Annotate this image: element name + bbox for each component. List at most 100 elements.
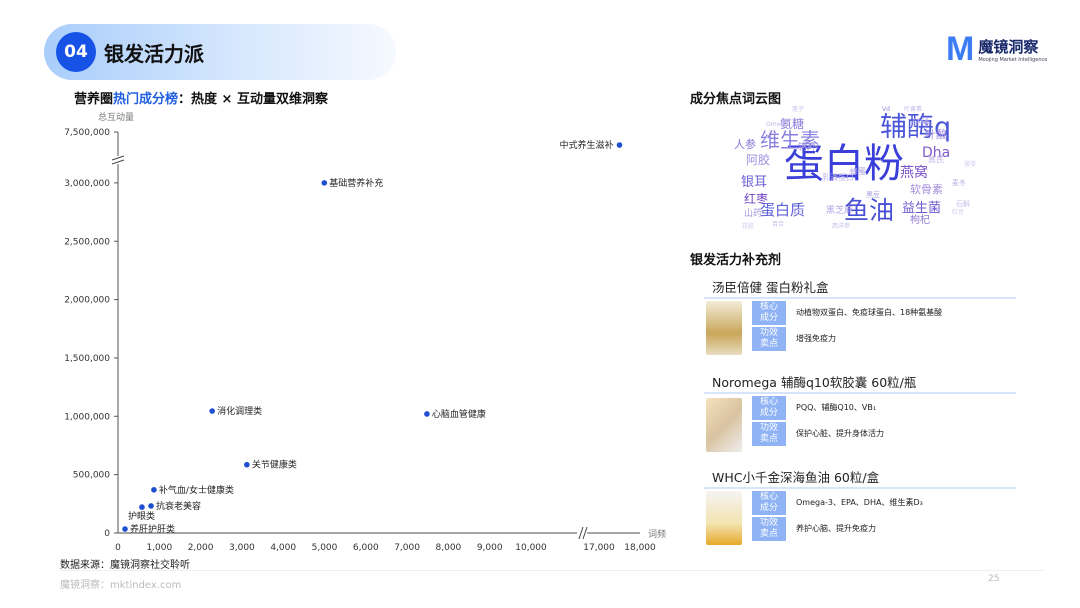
product-name: WHC小千金深海鱼油 60粒/盒: [712, 470, 880, 485]
x-tick-label: 7,000: [394, 543, 420, 553]
data-point: [321, 180, 328, 186]
word-cloud: 蛋白粉 辅酶q 维生素 鱼油 蛋白质 燕窝 益生菌 Dha 银耳 红枣 阿胶 人参 叶酸 软骨素 氨糖 纤维钙…: [732, 106, 990, 234]
cloud-word: 阿胶: [746, 153, 771, 167]
cloud-word: 黑豆: [866, 191, 880, 199]
core-ingredient-tag: 核心 成分: [752, 396, 786, 420]
core-ingredients: 动植物双蛋白、免疫球蛋白、18种氨基酸: [796, 308, 943, 317]
cloud-word: 蜂蜜: [850, 167, 866, 176]
y-tick-label: 2,500,000: [64, 237, 110, 247]
product-image: [706, 491, 742, 545]
footer-text: 魔镜洞察：mktindex.com: [60, 580, 182, 591]
effect-tag: 功效 卖点: [752, 327, 786, 351]
cloud-word: 钙片: [798, 143, 817, 153]
x-tick-label: 18,000: [624, 543, 656, 553]
x-tick-label: 17,000: [583, 543, 615, 553]
cloud-word: 石斛: [956, 200, 970, 208]
data-point: [244, 461, 250, 468]
tag-label: 核心 成分: [759, 397, 778, 418]
products-heading: 银发活力补充剂: [690, 253, 782, 268]
y-tick-label: 1,500,000: [64, 354, 110, 364]
logo: M 魔镜洞察 Moojing Market Intelligence: [946, 32, 1047, 66]
y-tick-label: 0: [104, 529, 110, 539]
y-tick-label: 500,000: [73, 471, 110, 481]
cloud-word: 莲子: [792, 106, 805, 113]
core-ingredient-tag: 核心 成分: [752, 491, 786, 515]
cloud-word: 黄芪: [928, 155, 944, 164]
y-axis-break: [112, 156, 124, 164]
product-name: Noromega 辅酶q10软胶囊 60粒/瓶: [712, 375, 917, 390]
cloud-word: 叶酸: [925, 128, 947, 141]
effect-text: 保护心脏、提升身体活力: [796, 429, 884, 438]
data-point: [139, 504, 145, 510]
section-banner: [44, 24, 396, 80]
product-card: 汤臣倍健 蛋白粉礼盒 核心 成分 动植物双蛋白、免疫球蛋白、18种氨基酸 功效 …: [704, 277, 1016, 367]
cloud-word: 燕窝: [900, 165, 928, 181]
wordcloud-heading: 成分焦点词云图: [690, 92, 782, 107]
data-label: 养肝护肝类: [130, 523, 175, 535]
data-label: 消化调理类: [217, 405, 262, 417]
data-label: 心脑血管健康: [432, 408, 486, 420]
product-divider: [704, 297, 1016, 299]
effect-tag: 功效 卖点: [752, 422, 786, 446]
core-ingredients: PQQ、辅酶Q10、VB₁: [796, 403, 877, 412]
data-label: 关节健康类: [252, 459, 297, 471]
x-tick-label: 8,000: [436, 543, 462, 553]
x-axis-title: 词频: [648, 528, 666, 540]
cloud-word: Omega: [766, 121, 788, 128]
cloud-word: 百合: [772, 221, 785, 228]
y-tick-label: 2,000,000: [64, 296, 110, 306]
logo-subtext: Moojing Market Intelligence: [978, 56, 1048, 63]
cloud-word: 红枣: [744, 192, 769, 206]
cloud-word: 茯苓: [964, 161, 977, 168]
scatter-chart: 0 1,000 2,000 3,000 4,000 5,000 6,000 7,000 8,00…: [64, 111, 666, 553]
data-label: 护眼类: [128, 510, 155, 522]
x-tick-label: 2,000: [188, 543, 214, 553]
x-tick-label: 6,000: [353, 543, 379, 553]
tag-label: 核心 成分: [759, 492, 778, 513]
x-tick-label: 5,000: [312, 543, 338, 553]
product-image: [706, 398, 742, 452]
product-card: WHC小千金深海鱼油 60粒/盒 核心 成分 Omega-3、EPA、DHA、维…: [704, 467, 1016, 557]
x-tick-label: 4,000: [270, 543, 296, 553]
y-tick-label: 3,000,000: [64, 179, 110, 189]
page-number: 25: [988, 574, 1000, 584]
cloud-word: 西洋参: [832, 223, 851, 230]
product-image: [706, 301, 742, 355]
cloud-word: Vd: [882, 106, 890, 113]
product-name: 汤臣倍健 蛋白粉礼盒: [712, 280, 829, 295]
x-tick-label: 10,000: [515, 543, 547, 553]
cloud-word: 红豆: [952, 209, 965, 216]
cloud-word: 麦冬: [952, 179, 966, 187]
effect-text: 养护心脑、提升免疫力: [796, 524, 876, 533]
cloud-word: 山药: [744, 209, 763, 219]
x-tick-label: 3,000: [229, 543, 255, 553]
cloud-word: 黑芝麻: [826, 206, 854, 216]
product-divider: [704, 392, 1016, 394]
core-ingredient-tag: 核心 成分: [752, 301, 786, 325]
data-label: 补气血/女士健康类: [159, 484, 234, 496]
section-title: 银发活力派: [104, 42, 204, 66]
data-point: [122, 526, 128, 532]
footer-divider: [60, 570, 1045, 571]
data-point: [209, 408, 215, 414]
cloud-word: 花胶: [742, 223, 755, 230]
x-tick-label: 0: [115, 543, 121, 553]
x-tick-label: 1,000: [146, 543, 172, 553]
x-tick-label: 9,000: [477, 543, 503, 553]
product-divider: [704, 487, 1016, 489]
cloud-word: 枸杞: [910, 215, 930, 226]
logo-mark-icon: M: [946, 30, 975, 68]
data-point: [151, 487, 157, 493]
tag-label: 核心 成分: [759, 302, 778, 323]
cloud-word: 人参: [734, 138, 756, 151]
y-tick-label: 1,000,000: [64, 412, 110, 422]
y-tick-label: 7,500,000: [64, 128, 110, 138]
data-point: [424, 411, 430, 417]
data-point: [148, 503, 154, 509]
cloud-word: 银耳: [741, 175, 768, 190]
cloud-word: 纤维: [912, 119, 931, 129]
data-label: 抗衰老美容: [156, 500, 201, 512]
tag-label: 功效 卖点: [759, 518, 778, 539]
data-label: 基础营养补充: [329, 177, 383, 189]
data-source: 数据来源：魔镜洞察社交聆听: [60, 560, 190, 571]
